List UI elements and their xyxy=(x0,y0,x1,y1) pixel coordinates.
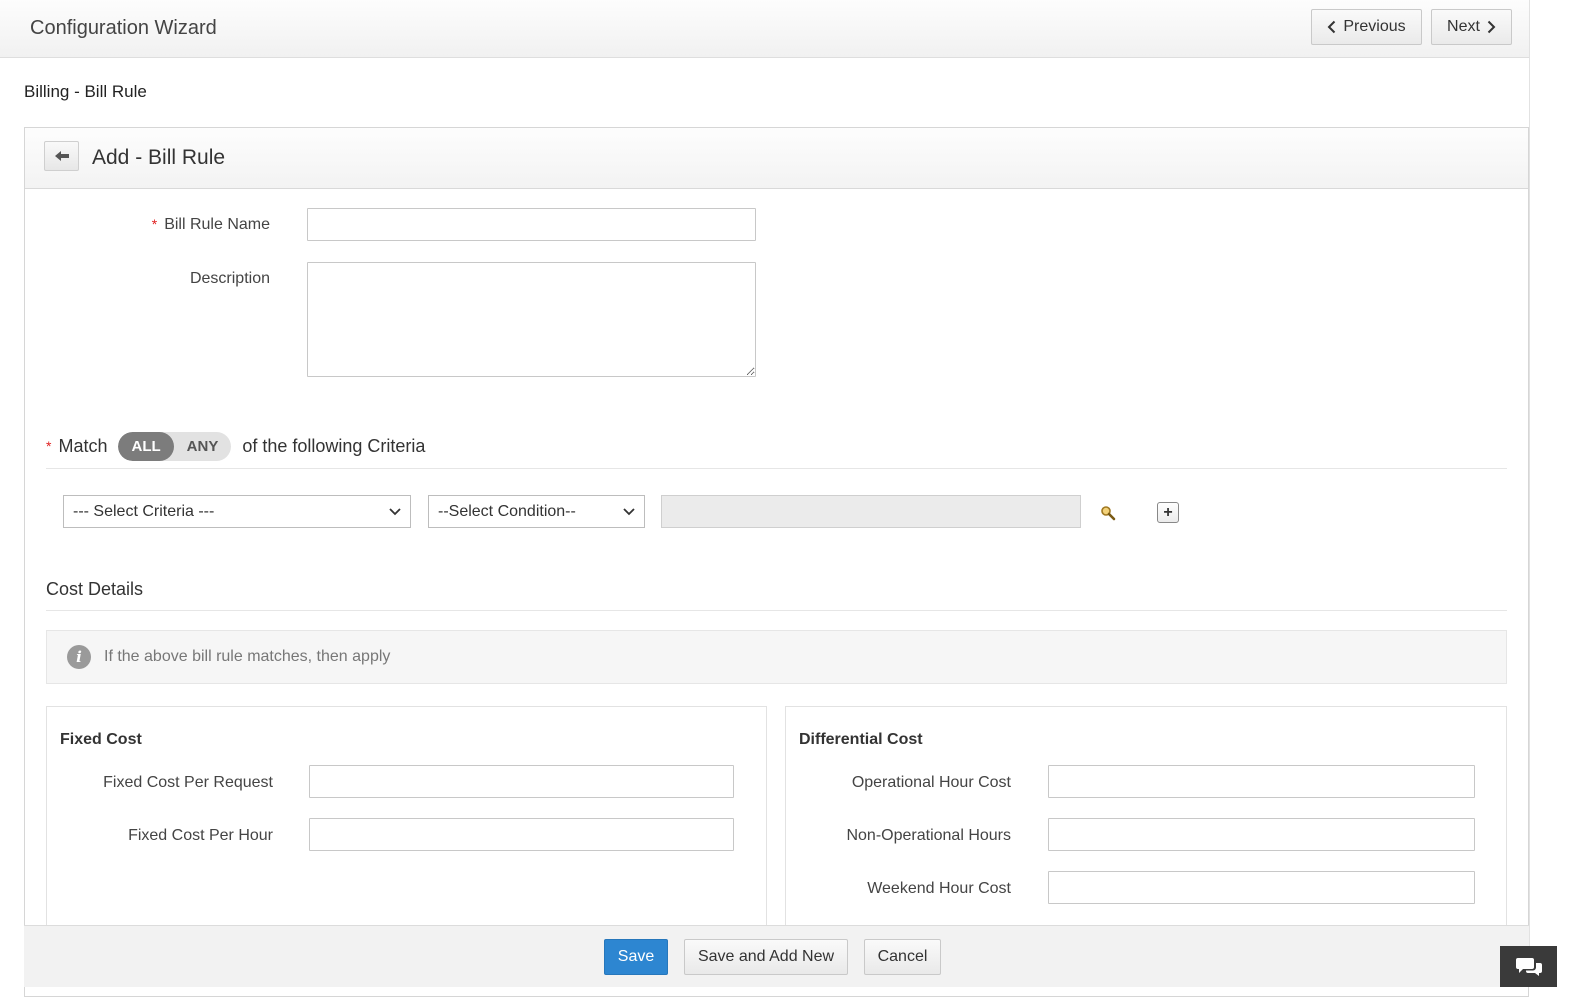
bill-rule-form-card: Add - Bill Rule * Bill Rule Name Descript… xyxy=(24,127,1529,997)
select-criteria-dropdown[interactable]: --- Select Criteria --- xyxy=(63,495,411,528)
criteria-suffix-label: of the following Criteria xyxy=(242,435,426,456)
fixed-cost-per-hour-label: Fixed Cost Per Hour xyxy=(128,827,273,844)
fixed-cost-per-request-input[interactable] xyxy=(309,765,734,798)
bill-rule-name-input[interactable] xyxy=(307,208,756,241)
non-operational-hours-label: Non-Operational Hours xyxy=(846,827,1011,844)
required-asterisk: * xyxy=(151,216,158,232)
wizard-header: Configuration Wizard Previous Next xyxy=(0,0,1530,58)
info-icon: i xyxy=(67,645,91,669)
chat-icon xyxy=(1515,957,1542,976)
differential-cost-title: Differential Cost xyxy=(799,731,923,748)
criteria-value-field[interactable] xyxy=(661,495,1081,528)
chevron-left-icon xyxy=(1327,20,1336,34)
description-textarea[interactable] xyxy=(307,262,756,377)
weekend-hour-cost-input[interactable] xyxy=(1048,871,1475,904)
operational-hour-cost-input[interactable] xyxy=(1048,765,1475,798)
chevron-right-icon xyxy=(1487,20,1496,34)
cost-details-divider xyxy=(46,610,1507,611)
criteria-divider xyxy=(46,468,1507,469)
save-button[interactable]: Save xyxy=(604,939,668,975)
fixed-cost-per-request-label: Fixed Cost Per Request xyxy=(103,774,273,791)
chat-button[interactable] xyxy=(1500,946,1557,987)
info-banner: i If the above bill rule matches, then a… xyxy=(46,630,1507,684)
description-label: Description xyxy=(189,270,270,287)
match-any-toggle[interactable]: ANY xyxy=(174,432,232,461)
match-criteria-row: * Match ALL ANY of the following Criteri… xyxy=(46,430,425,462)
match-toggle: ALL ANY xyxy=(118,431,232,461)
cost-details-title: Cost Details xyxy=(46,579,144,599)
select-condition-dropdown[interactable]: --Select Condition-- xyxy=(428,495,645,528)
form-header: Add - Bill Rule xyxy=(25,128,1528,189)
back-button[interactable] xyxy=(44,141,79,171)
next-button[interactable]: Next xyxy=(1431,9,1512,45)
match-all-toggle[interactable]: ALL xyxy=(118,431,174,461)
fixed-cost-panel: Fixed Cost Fixed Cost Per Request Fixed … xyxy=(46,706,767,936)
save-and-add-new-button[interactable]: Save and Add New xyxy=(684,939,848,975)
breadcrumb: Billing - Bill Rule xyxy=(24,82,147,101)
previous-button-label: Previous xyxy=(1343,18,1406,35)
page-edge-divider xyxy=(1529,0,1530,987)
select-condition-value: --Select Condition-- xyxy=(438,502,576,520)
weekend-hour-cost-label: Weekend Hour Cost xyxy=(867,880,1011,897)
fixed-cost-per-hour-input[interactable] xyxy=(309,818,734,851)
form-footer: Save Save and Add New Cancel xyxy=(24,925,1529,987)
bill-rule-name-label: * Bill Rule Name xyxy=(125,216,270,234)
plus-icon: + xyxy=(1163,503,1173,521)
non-operational-hours-input[interactable] xyxy=(1048,818,1475,851)
cancel-button[interactable]: Cancel xyxy=(864,939,941,975)
required-asterisk: * xyxy=(46,438,52,454)
wizard-title: Configuration Wizard xyxy=(30,17,217,39)
bill-rule-name-label-text: Bill Rule Name xyxy=(164,216,270,233)
fixed-cost-title: Fixed Cost xyxy=(60,731,142,748)
select-criteria-value: --- Select Criteria --- xyxy=(73,502,215,520)
info-text: If the above bill rule matches, then app… xyxy=(104,648,391,665)
match-label: Match xyxy=(58,435,108,456)
chevron-down-icon xyxy=(389,508,401,516)
form-title: Add - Bill Rule xyxy=(92,146,226,169)
chevron-down-icon xyxy=(623,508,635,516)
add-criteria-button[interactable]: + xyxy=(1157,502,1179,523)
arrow-left-icon xyxy=(54,151,69,161)
next-button-label: Next xyxy=(1447,18,1480,35)
previous-button[interactable]: Previous xyxy=(1311,9,1422,45)
differential-cost-panel: Differential Cost Operational Hour Cost … xyxy=(785,706,1507,936)
search-icon[interactable] xyxy=(1100,505,1116,521)
operational-hour-cost-label: Operational Hour Cost xyxy=(851,774,1011,791)
